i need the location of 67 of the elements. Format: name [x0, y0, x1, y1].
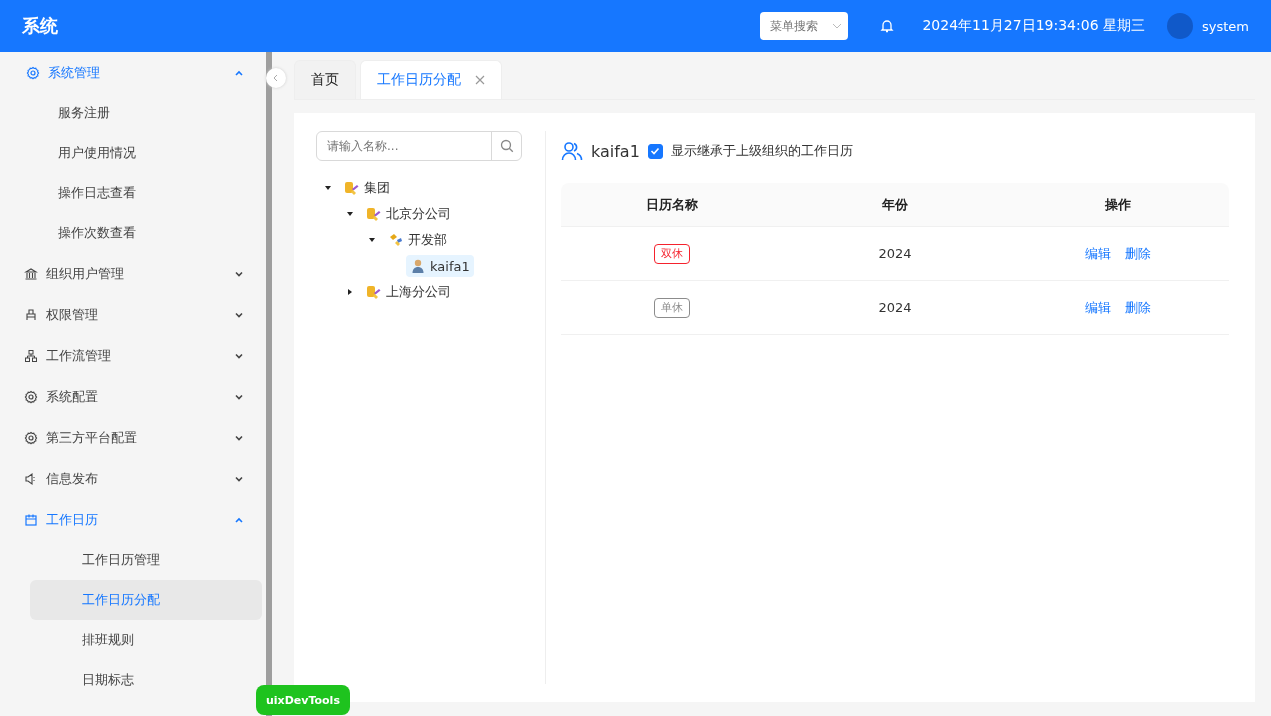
speaker-icon — [24, 471, 38, 486]
stamp-icon — [24, 307, 38, 322]
bank-icon — [24, 266, 38, 281]
submenu-item[interactable]: 工作日历管理 — [30, 540, 262, 580]
column-header: 日历名称 — [645, 195, 700, 214]
caret-icon[interactable] — [346, 210, 354, 218]
action-link[interactable]: 编辑 — [1084, 298, 1111, 317]
datetime: 2024年11月27日19:34:06 星期三 — [922, 17, 1145, 35]
tree-node[interactable]: 北京分公司 — [362, 203, 455, 225]
caret-icon[interactable] — [324, 184, 332, 192]
caret-icon[interactable] — [368, 236, 376, 244]
checkbox[interactable] — [647, 143, 663, 159]
caret-icon — [832, 21, 843, 31]
tree-node[interactable]: kaifa1 — [406, 255, 474, 277]
tree-search-field[interactable]: 请输入名称... — [317, 132, 491, 160]
menu-item[interactable]: 信息发布 — [0, 458, 266, 499]
folder-icon — [366, 206, 382, 222]
folder-icon — [344, 180, 360, 196]
tree-node[interactable]: 开发部 — [384, 229, 451, 251]
group-icon — [388, 232, 404, 248]
close-icon[interactable] — [475, 75, 485, 85]
users-icon — [561, 140, 583, 162]
menu-item[interactable]: 工作流管理 — [0, 335, 266, 376]
menu-search-field[interactable]: 菜单搜索 — [770, 19, 831, 33]
calendar-icon — [24, 512, 38, 527]
tree-node[interactable]: 上海分公司 — [362, 281, 455, 303]
calendar-tag: 单休 — [654, 297, 691, 318]
user-name: kaifa1 — [591, 141, 640, 161]
menu-search-select[interactable]: 菜单搜索 — [760, 12, 849, 40]
app-title: 系统 — [22, 14, 59, 38]
checkbox-label[interactable]: 显示继承于上级组织的工作日历 — [670, 142, 853, 160]
tree-search-box[interactable]: 请输入名称... — [316, 131, 522, 161]
menu-item[interactable]: 系统管理 — [0, 52, 266, 93]
menu-item[interactable]: 组织用户管理 — [0, 253, 266, 294]
action-link[interactable]: 编辑 — [1084, 244, 1111, 263]
tab[interactable]: 首页 — [294, 60, 356, 99]
action-link[interactable]: 删除 — [1124, 244, 1151, 263]
column-header: 年份 — [881, 195, 909, 214]
caret-icon[interactable] — [346, 288, 354, 296]
folder-icon — [366, 284, 382, 300]
action-link[interactable]: 删除 — [1124, 298, 1151, 317]
submenu-item[interactable]: 服务注册 — [30, 93, 262, 133]
year-cell-text: 2024 — [877, 246, 913, 261]
submenu-item[interactable]: 操作次数查看 — [30, 213, 262, 253]
bell-icon[interactable] — [880, 19, 895, 33]
flow-icon — [24, 348, 38, 363]
year-cell-text: 2024 — [877, 300, 913, 315]
user-icon — [410, 258, 426, 274]
column-header: 操作 — [1103, 195, 1132, 214]
check-icon — [650, 146, 661, 156]
calendar-tag: 双休 — [654, 243, 691, 264]
collapse-button[interactable] — [266, 68, 286, 88]
tab[interactable]: 工作日历分配 — [360, 60, 502, 99]
settings-icon — [24, 389, 38, 404]
chevron-left-icon[interactable] — [272, 74, 280, 82]
username[interactable]: system — [1202, 18, 1249, 34]
settings-icon — [24, 430, 38, 445]
menu-item[interactable]: 工作日历 — [0, 499, 266, 540]
search-icon[interactable] — [499, 139, 514, 153]
menu-item[interactable]: 系统配置 — [0, 376, 266, 417]
submenu-item[interactable]: 操作日志查看 — [30, 173, 262, 213]
submenu-item[interactable]: 用户使用情况 — [30, 133, 262, 173]
submenu-item[interactable]: 排班规则 — [30, 620, 262, 660]
menu-item[interactable]: 权限管理 — [0, 294, 266, 335]
settings-icon — [26, 65, 40, 80]
menu-item[interactable]: 第三方平台配置 — [0, 417, 266, 458]
tree-node[interactable]: 集团 — [340, 177, 394, 199]
